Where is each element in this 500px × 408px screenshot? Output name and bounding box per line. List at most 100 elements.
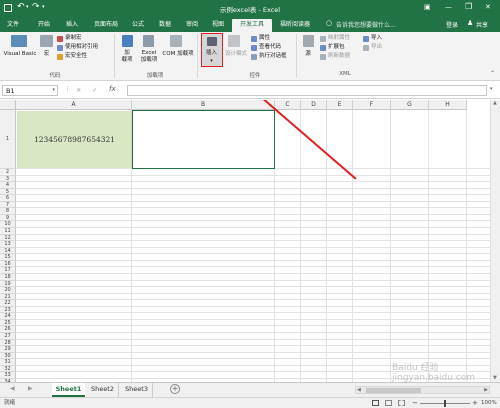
tell-me-box[interactable]: 告诉我您想要做什么... (336, 20, 396, 29)
formula-input[interactable] (127, 85, 487, 96)
excel-addins-icon (143, 35, 154, 47)
name-box[interactable]: B1 ▾ (2, 85, 58, 96)
toolbox-icon (207, 37, 217, 46)
scroll-thumb[interactable] (366, 388, 421, 393)
xml-source-icon (303, 35, 314, 47)
ribbon-developer: Visual Basic 宏 录制宏 使用相对引用 宏安全性 代码 加 载项 E… (0, 32, 500, 81)
insert-function-icon[interactable]: fx (109, 85, 116, 93)
tab-data[interactable]: 数据 (154, 19, 176, 32)
tab-review[interactable]: 审阅 (181, 19, 203, 32)
expansion-packs-icon (320, 45, 326, 51)
zoom-in-icon[interactable]: + (472, 398, 478, 408)
formula-bar: B1 ▾ ⋮ ✕ ✓ fx ▾ (0, 82, 500, 99)
relative-reference-button[interactable]: 使用相对引用 (65, 44, 98, 51)
window-title: 示例excel表 - Excel (219, 6, 281, 14)
page-layout-view-icon[interactable] (385, 400, 392, 406)
group-label-xml: XML (339, 71, 351, 77)
run-dialog-icon (251, 54, 257, 60)
title-bar: ↶ ▾ ↷ ▾ 示例excel表 - Excel ▣ — ❐ ✕ (0, 0, 500, 17)
insert-control-button[interactable]: 插入 ▾ (201, 33, 223, 67)
chevron-down-icon[interactable]: ▾ (52, 87, 55, 93)
sheet-tab-sheet2[interactable]: Sheet2 (87, 383, 119, 397)
properties-icon (251, 36, 257, 42)
macro-security-button[interactable]: 宏安全性 (65, 53, 87, 60)
export-icon (363, 45, 369, 51)
minimize-button[interactable]: — (445, 3, 452, 11)
tab-view[interactable]: 视图 (207, 19, 229, 32)
chevron-down-icon: ▾ (210, 58, 213, 64)
page-break-view-icon[interactable] (398, 400, 405, 406)
visual-basic-button[interactable]: Visual Basic (1, 51, 39, 58)
properties-button[interactable]: 属性 (259, 35, 270, 42)
tab-page-layout[interactable]: 页面布局 (88, 19, 124, 32)
import-icon (363, 36, 369, 42)
macros-button[interactable]: 宏 (40, 51, 53, 58)
macros-icon (40, 35, 53, 47)
customize-qat-icon[interactable]: ▾ (42, 4, 45, 10)
redo-icon[interactable]: ↷ (32, 2, 40, 12)
addins-button[interactable]: 加 载项 (118, 50, 136, 64)
undo-dropdown-icon[interactable]: ▾ (26, 4, 29, 10)
ribbon-display-options-icon[interactable]: ▣ (424, 3, 431, 11)
zoom-out-icon[interactable]: − (412, 398, 418, 408)
tab-developer[interactable]: 开发工具 (232, 19, 272, 32)
restore-button[interactable]: ❐ (465, 2, 472, 11)
tab-file[interactable]: 文件 (2, 19, 24, 32)
ribbon-tab-row: 文件 开始 插入 页面布局 公式 数据 审阅 视图 开发工具 福昕阅读器 ○ 告… (0, 17, 500, 32)
refresh-data-icon (320, 54, 326, 60)
macro-security-icon (57, 54, 63, 60)
close-button[interactable]: ✕ (485, 3, 491, 11)
formula-bar-grip-icon: ⋮ (64, 85, 71, 93)
run-dialog-button[interactable]: 执行对话框 (259, 53, 287, 60)
expand-formula-bar-icon[interactable]: ▾ (490, 86, 493, 92)
status-bar: 就绪 − + 100% (0, 397, 500, 408)
sign-in-link[interactable]: 登录 (446, 20, 458, 29)
map-properties-icon (320, 36, 326, 42)
enter-icon[interactable]: ✓ (92, 86, 97, 94)
view-code-icon (251, 45, 257, 51)
share-button[interactable]: 共享 (476, 20, 488, 29)
lightbulb-icon: ○ (326, 19, 333, 27)
scroll-left-icon[interactable]: ◀ (357, 387, 361, 393)
com-addins-icon (170, 35, 182, 47)
group-label-addins: 加载项 (146, 73, 164, 79)
insert-control-label: 插入 (205, 50, 217, 56)
zoom-level[interactable]: 100% (481, 398, 497, 408)
normal-view-icon[interactable] (372, 400, 379, 406)
map-properties-button[interactable]: 映射属性 (328, 35, 350, 42)
sheet-tab-bar: ◀ ▶ Sheet1 Sheet2 Sheet3 + ◀ ▶ (0, 382, 500, 397)
group-label-controls: 控件 (249, 73, 261, 79)
horizontal-scrollbar[interactable]: ◀ ▶ (355, 386, 490, 394)
tab-formulas[interactable]: 公式 (127, 19, 149, 32)
next-sheet-icon[interactable]: ▶ (28, 385, 33, 392)
addins-icon (122, 35, 133, 47)
group-separator (197, 34, 198, 78)
undo-icon[interactable]: ↶ (17, 2, 25, 12)
annotation-arrow (262, 100, 357, 180)
collapse-ribbon-icon[interactable]: ⌃ (490, 70, 495, 77)
xml-source-button[interactable]: 源 (301, 51, 315, 58)
cancel-icon[interactable]: ✕ (76, 86, 81, 94)
com-addins-button[interactable]: COM 加载项 (161, 51, 195, 58)
add-sheet-icon[interactable]: + (170, 384, 180, 394)
record-macro-icon (57, 36, 63, 42)
prev-sheet-icon[interactable]: ◀ (10, 385, 15, 392)
save-icon[interactable] (4, 4, 12, 12)
view-code-button[interactable]: 查看代码 (259, 44, 281, 51)
record-macro-button[interactable]: 录制宏 (65, 35, 82, 42)
refresh-data-button[interactable]: 刷新数据 (328, 53, 350, 60)
share-icon[interactable]: ♟ (467, 19, 473, 27)
export-button[interactable]: 导出 (371, 44, 382, 51)
tab-home[interactable]: 开始 (33, 19, 55, 32)
zoom-slider-thumb[interactable] (444, 400, 446, 407)
tab-insert[interactable]: 插入 (61, 19, 83, 32)
excel-addins-button[interactable]: Excel 加载项 (137, 50, 161, 64)
design-mode-button[interactable]: 设计模式 (224, 51, 248, 58)
sheet-tab-sheet1[interactable]: Sheet1 (52, 383, 85, 397)
import-button[interactable]: 导入 (371, 35, 382, 42)
expansion-packs-button[interactable]: 扩展包 (328, 44, 345, 51)
scroll-right-icon[interactable]: ▶ (484, 387, 488, 393)
tab-foxit-reader[interactable]: 福昕阅读器 (275, 19, 315, 32)
sheet-tab-sheet3[interactable]: Sheet3 (121, 383, 153, 397)
relative-reference-icon (57, 45, 63, 51)
